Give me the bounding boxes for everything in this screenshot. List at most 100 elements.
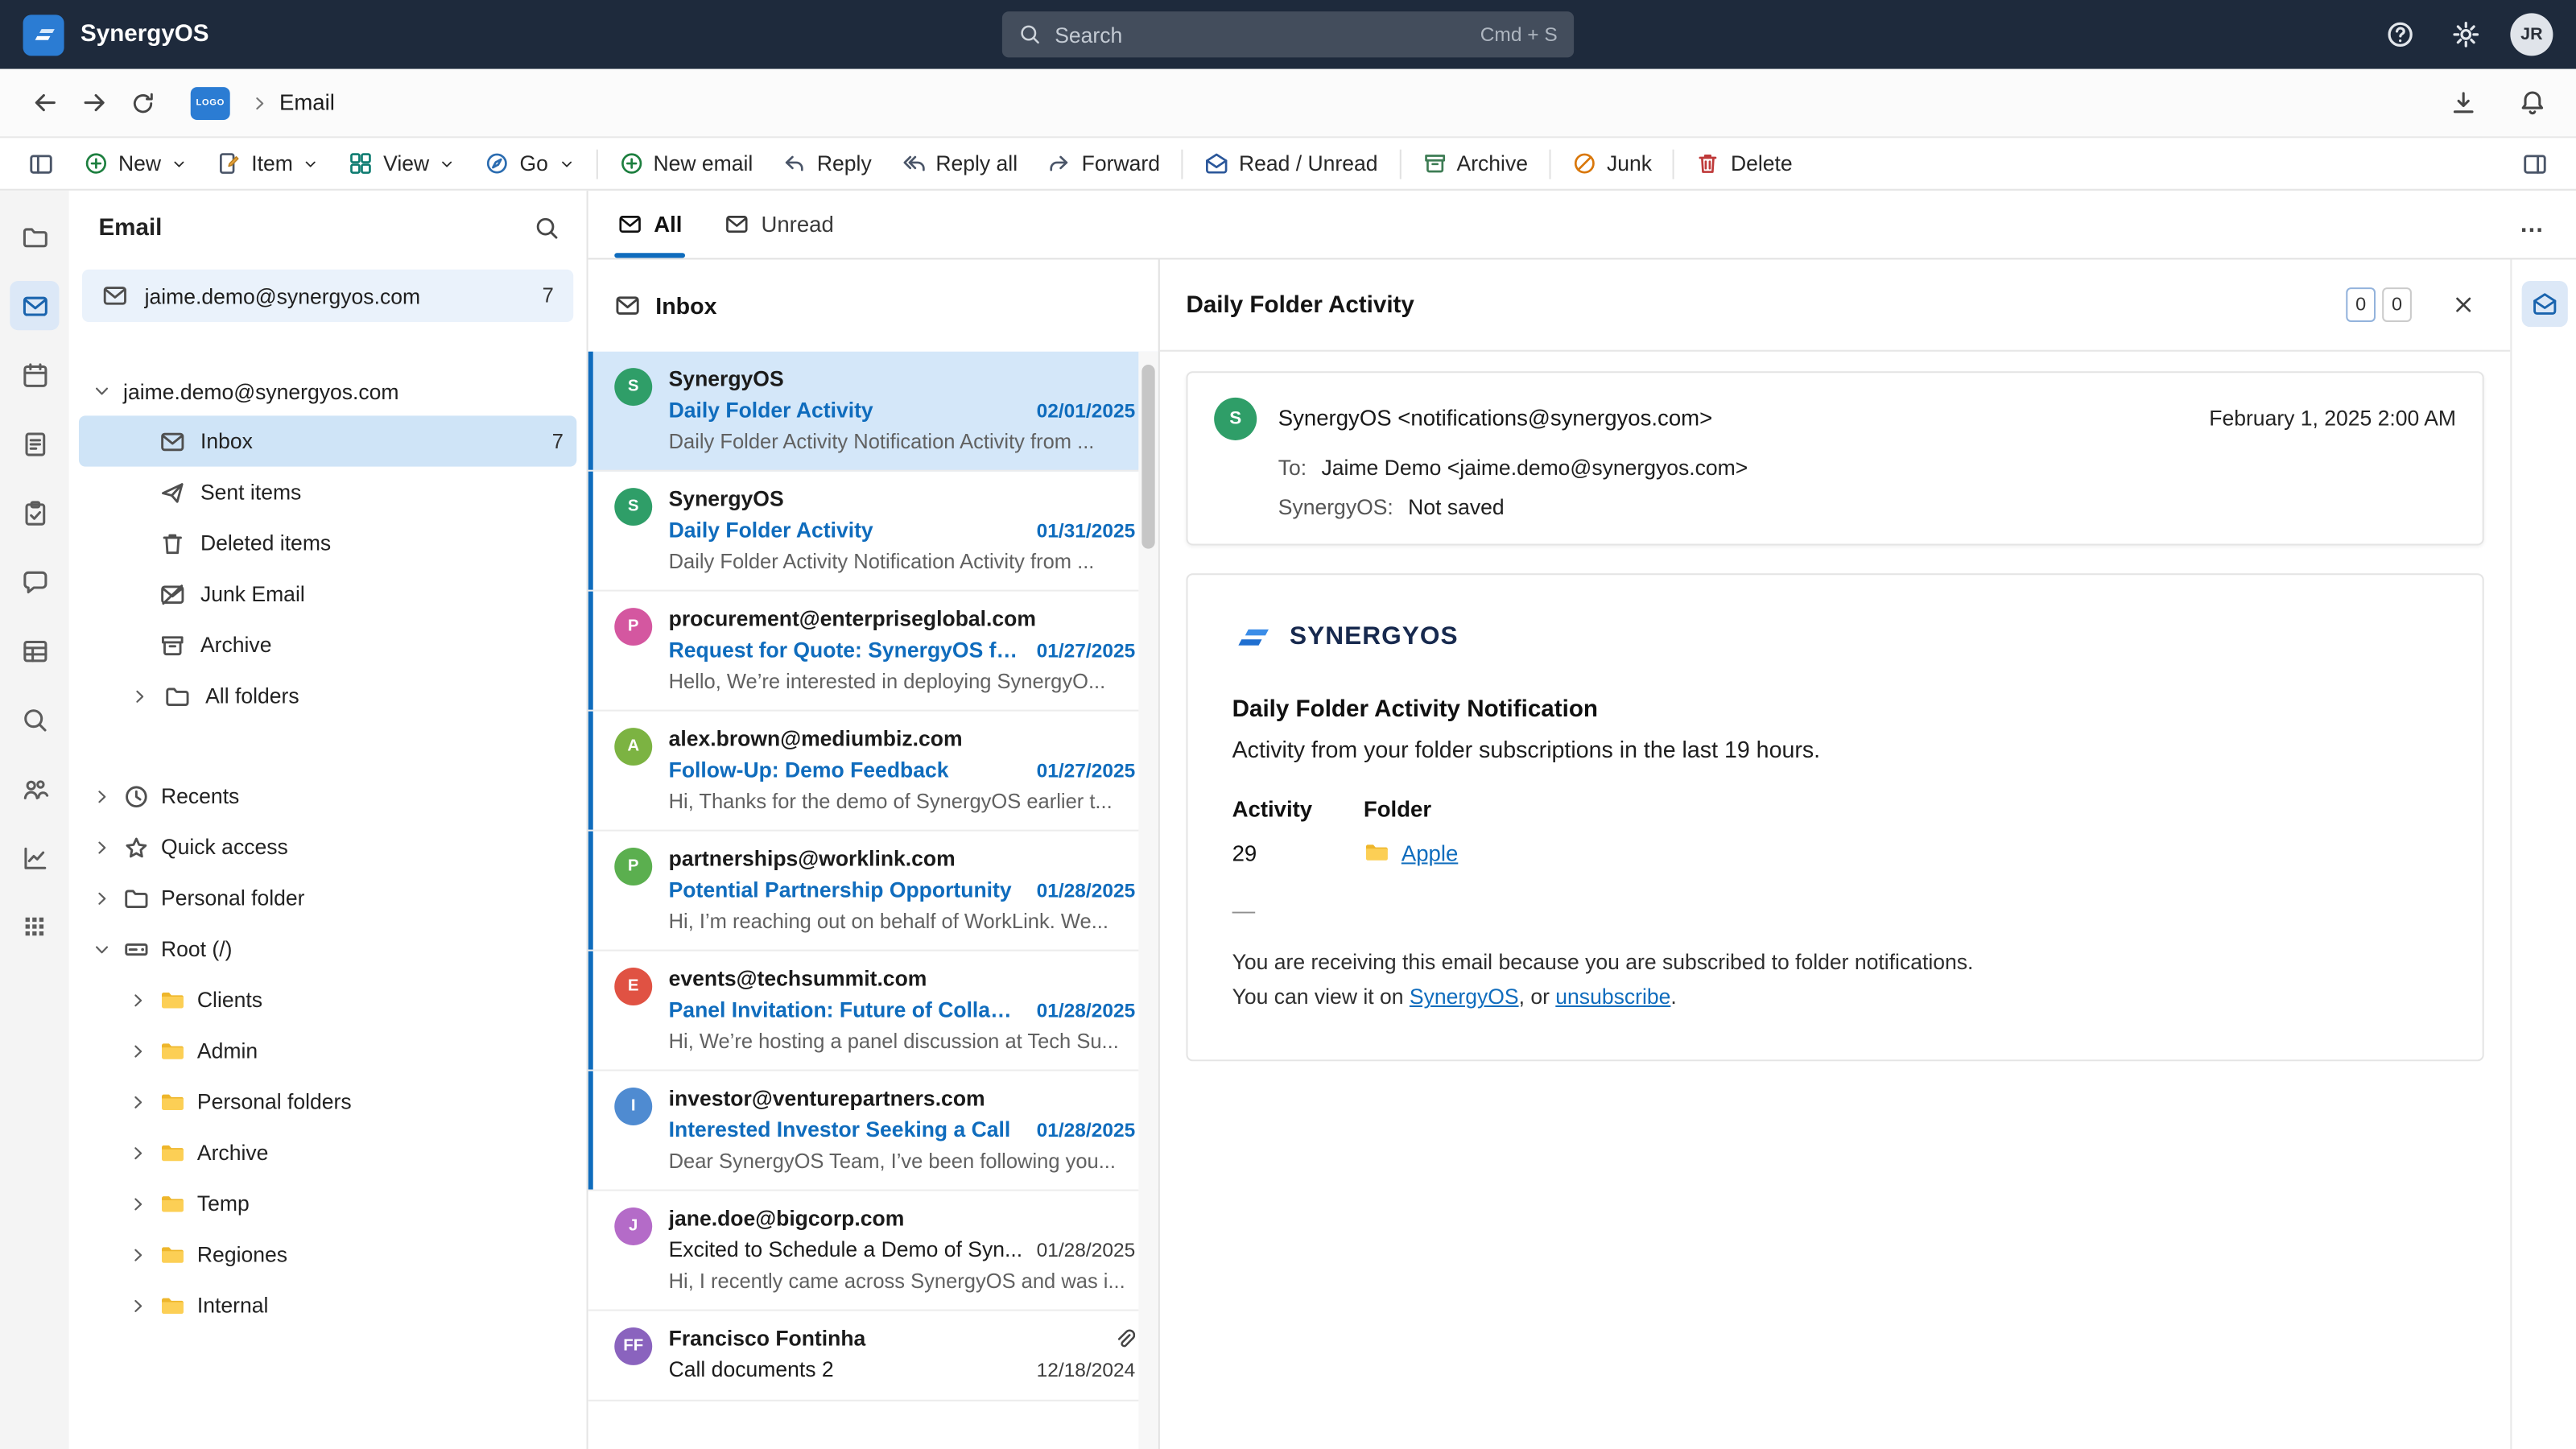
rail-files-button[interactable] — [10, 212, 59, 261]
avatar: FF — [614, 1327, 652, 1365]
archive-icon — [1422, 151, 1447, 176]
new-menu-button[interactable]: New — [69, 142, 202, 185]
search-input[interactable] — [1055, 23, 1467, 47]
list-item[interactable]: P partnerships@worklink.com Potential Pa… — [588, 832, 1158, 952]
reply-icon — [782, 151, 807, 176]
close-reading-pane-button[interactable] — [2442, 283, 2484, 326]
sidebar-item-deleted[interactable]: Deleted items — [79, 518, 576, 568]
rail-mail-button[interactable] — [10, 281, 59, 330]
rail-apps-button[interactable] — [10, 902, 59, 951]
sidebar-item-inbox[interactable]: Inbox 7 — [79, 415, 576, 466]
sidebar-folder-personal-folders[interactable]: Personal folders — [69, 1076, 587, 1127]
forward-arrow-icon — [80, 89, 108, 117]
counter-badge-right[interactable]: 0 — [2382, 287, 2412, 322]
sender: alex.brown@mediumbiz.com — [669, 724, 1136, 754]
sender: partnerships@worklink.com — [669, 844, 1136, 874]
rail-tasks-button[interactable] — [10, 488, 59, 537]
more-options-button[interactable]: … — [2520, 210, 2547, 238]
sidebar-folder-internal[interactable]: Internal — [69, 1280, 587, 1331]
account-label: jaime.demo@synergyos.com — [145, 283, 421, 308]
delete-button[interactable]: Delete — [1682, 142, 1807, 185]
junk-label: Junk — [1607, 151, 1652, 176]
sidebar-item-archive[interactable]: Archive — [79, 619, 576, 670]
scrollbar-thumb[interactable] — [1141, 365, 1154, 549]
synergyos-link[interactable]: SynergyOS — [1410, 985, 1519, 1009]
list-item[interactable]: S SynergyOS Daily Folder Activity02/01/2… — [588, 352, 1158, 472]
tab-unread[interactable]: Unread — [725, 191, 834, 258]
list-item[interactable]: E events@techsummit.com Panel Invitation… — [588, 952, 1158, 1071]
chevron-down-icon — [171, 155, 187, 171]
rail-chat-button[interactable] — [10, 557, 59, 606]
rail-notes-button[interactable] — [10, 419, 59, 468]
go-menu-button[interactable]: Go — [470, 142, 589, 185]
list-item[interactable]: I investor@venturepartners.com Intereste… — [588, 1071, 1158, 1191]
junk-button[interactable]: Junk — [1558, 142, 1667, 185]
folder-link[interactable]: Apple — [1402, 840, 1458, 865]
sidebar-folder-temp[interactable]: Temp — [69, 1178, 587, 1228]
list-item[interactable]: FF Francisco Fontinha Call documents 212… — [588, 1311, 1158, 1402]
reply-all-button[interactable]: Reply all — [886, 142, 1032, 185]
rail-tables-button[interactable] — [10, 626, 59, 675]
app-title: SynergyOS — [80, 22, 209, 48]
reply-button[interactable]: Reply — [768, 142, 886, 185]
sidebar-folder-archive[interactable]: Archive — [69, 1127, 587, 1178]
back-button[interactable] — [19, 78, 68, 127]
list-item[interactable]: S SynergyOS Daily Folder Activity01/31/2… — [588, 472, 1158, 592]
list-item[interactable]: J jane.doe@bigcorp.com Excited to Schedu… — [588, 1191, 1158, 1311]
read-unread-button[interactable]: Read / Unread — [1190, 142, 1393, 185]
settings-button[interactable] — [2445, 13, 2487, 56]
folder-label: Temp — [197, 1191, 250, 1216]
rail-analytics-button[interactable] — [10, 833, 59, 882]
rail-search-button[interactable] — [10, 695, 59, 744]
sidebar-folder-admin[interactable]: Admin — [69, 1025, 587, 1075]
user-avatar[interactable]: JR — [2510, 13, 2553, 56]
forward-button[interactable] — [69, 78, 118, 127]
toggle-right-pane-button[interactable] — [2507, 142, 2562, 185]
sidebar-item-all-folders[interactable]: All folders — [79, 671, 576, 721]
mail-icon — [159, 428, 186, 455]
breadcrumb-logo-chip[interactable]: LOGO — [191, 86, 230, 119]
chevron-down-icon — [303, 155, 319, 171]
sidebar-search-button[interactable] — [534, 215, 560, 242]
global-search[interactable]: Cmd + S — [1002, 11, 1574, 57]
account-row[interactable]: jaime.demo@synergyos.com 7 — [82, 270, 573, 322]
go-label: Go — [519, 151, 547, 176]
list-item[interactable]: P procurement@enterpriseglobal.com Reque… — [588, 592, 1158, 712]
refresh-button[interactable] — [118, 78, 167, 127]
folder-label: Admin — [197, 1038, 258, 1063]
sidebar-folder-regiones[interactable]: Regiones — [69, 1229, 587, 1280]
sidebar-group-root[interactable]: Root (/) — [69, 923, 587, 974]
view-menu-button[interactable]: View — [334, 142, 470, 185]
help-button[interactable] — [2379, 13, 2421, 56]
list-item[interactable]: A alex.brown@mediumbiz.com Follow-Up: De… — [588, 712, 1158, 832]
sidebar-group-quick-access[interactable]: Quick access — [69, 821, 587, 872]
search-shortcut-hint: Cmd + S — [1480, 23, 1558, 47]
forward-button-cmd[interactable]: Forward — [1032, 142, 1174, 185]
download-button[interactable] — [2438, 78, 2487, 127]
sidebar-item-sent[interactable]: Sent items — [79, 467, 576, 518]
date: 12/18/2024 — [1037, 1356, 1136, 1387]
sidebar-item-junk[interactable]: Junk Email — [79, 568, 576, 619]
reading-pane-toggle-button[interactable] — [2521, 281, 2567, 327]
sidebar-folder-clients[interactable]: Clients — [69, 974, 587, 1025]
unsubscribe-link[interactable]: unsubscribe — [1555, 985, 1670, 1009]
tab-all[interactable]: All — [617, 191, 682, 258]
divider — [1182, 149, 1183, 179]
sidebar-group-personal-folder[interactable]: Personal folder — [69, 873, 587, 923]
search-icon — [1018, 23, 1042, 47]
breadcrumb[interactable]: Email — [279, 90, 335, 115]
rail-people-button[interactable] — [10, 764, 59, 813]
list-scrollbar[interactable] — [1138, 352, 1158, 1449]
new-email-button[interactable]: New email — [604, 142, 767, 185]
counter-badge-left[interactable]: 0 — [2346, 287, 2376, 322]
rail-calendar-button[interactable] — [10, 350, 59, 399]
notifications-button[interactable] — [2507, 78, 2556, 127]
toggle-left-pane-button[interactable] — [13, 142, 68, 185]
item-menu-button[interactable]: Item — [202, 142, 334, 185]
account-tree-header[interactable]: jaime.demo@synergyos.com — [69, 366, 587, 415]
sidebar-group-recents[interactable]: Recents — [69, 770, 587, 821]
sender: events@techsummit.com — [669, 964, 1136, 994]
command-bar: New Item View Go New email Reply — [0, 138, 2576, 190]
sender: procurement@enterpriseglobal.com — [669, 605, 1136, 634]
archive-button[interactable]: Archive — [1407, 142, 1542, 185]
